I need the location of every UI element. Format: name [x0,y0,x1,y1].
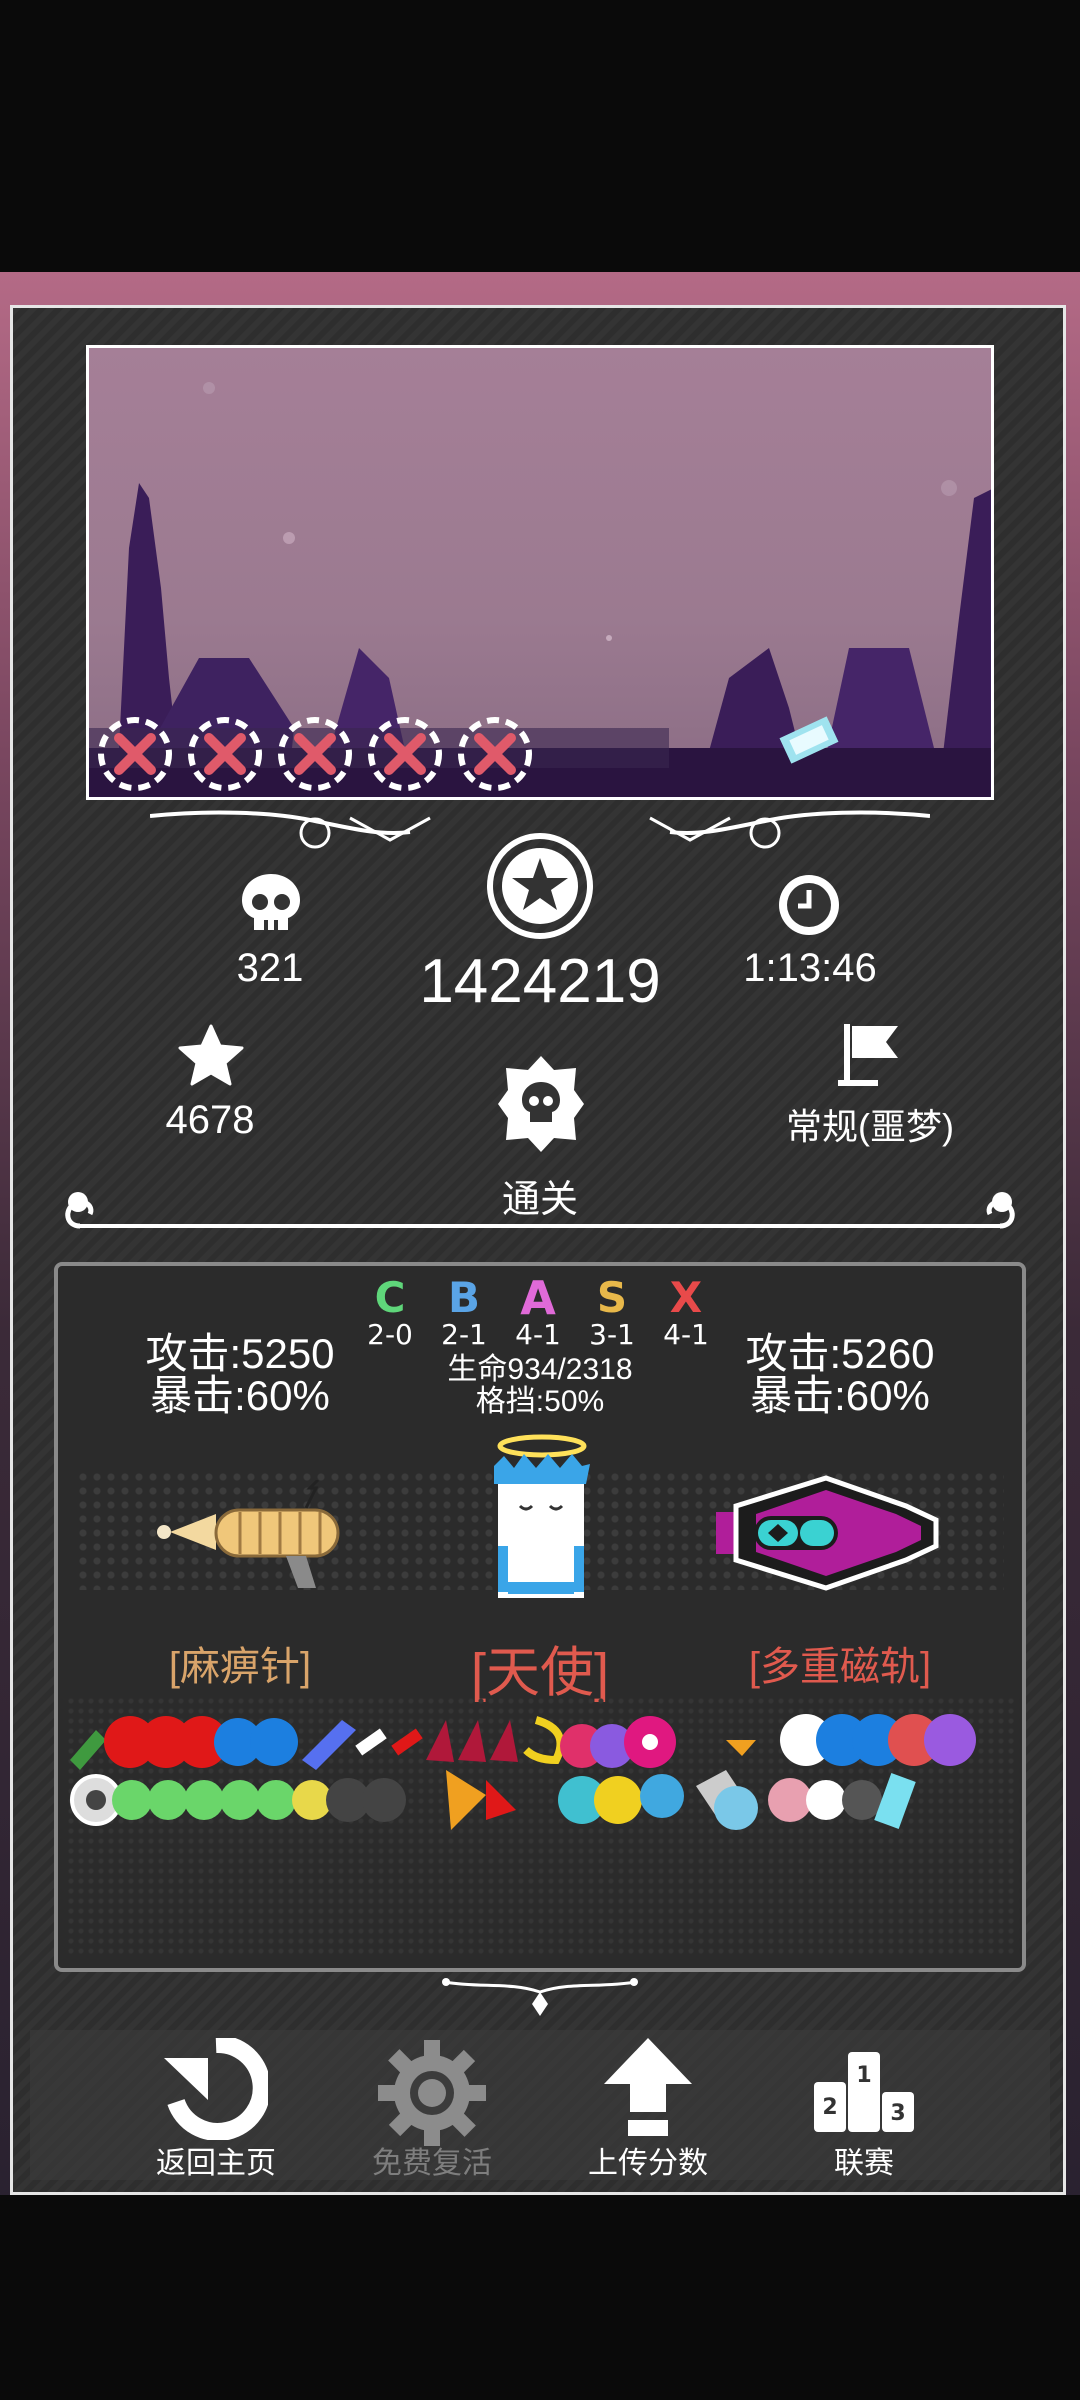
time-value: 1:13:46 [743,946,877,990]
grade-letter: C [374,1273,406,1322]
home-button[interactable]: 返回主页 [116,2030,316,2180]
grade-value: 4-1 [663,1318,709,1351]
upload-arrow-icon [604,2038,692,2136]
life-lost-icon [278,717,352,791]
left-weapon-attack: 攻击:5250 [145,1330,335,1377]
deaths-count: 321 [236,946,304,990]
svg-text:1: 1 [856,2063,871,2088]
item-row-top [70,1714,976,1770]
upload-button-label: 上传分数 [588,2147,708,2180]
grade-row: C 2-0 B 2-1 A 4-1 S 3-1 X 4-1 [360,1271,720,1356]
grade-value: 4-1 [515,1318,561,1351]
left-weapon-crit: 暴击:60% [150,1372,330,1419]
collected-items [70,1714,976,1830]
ornament-bottom [442,1978,638,2016]
right-weapon-name: [多重磁轨] [748,1645,932,1689]
skull-icon [242,874,300,930]
stars-count: 4678 [165,1098,255,1142]
grade-letter: B [447,1273,480,1322]
svg-text:2: 2 [822,2095,837,2120]
angel-character-icon [494,1434,590,1598]
right-weapon-crit: 暴击:60% [750,1372,930,1419]
score-value: 1424219 [419,947,661,1016]
podium-icon: 2 1 3 [814,2052,914,2132]
item-row-bottom [70,1770,916,1830]
gear-icon [378,2040,486,2146]
grade-letter: X [669,1273,703,1322]
league-button[interactable]: 2 1 3 联赛 [764,2030,964,2180]
scroll-divider [65,1192,1015,1229]
flag-icon [838,1024,898,1086]
grade-value: 3-1 [589,1318,635,1351]
clock-icon [779,875,839,935]
league-button-label: 联赛 [834,2147,894,2180]
svg-text:3: 3 [890,2101,905,2126]
skull-badge-icon [498,1056,584,1152]
mode-value: 常规(噩梦) [786,1106,954,1147]
revive-button[interactable]: 免费复活 [332,2030,532,2180]
grade-value: 2-1 [441,1318,487,1351]
home-button-label: 返回主页 [156,2147,276,2180]
star-icon [178,1024,244,1086]
right-weapon-attack: 攻击:5260 [745,1330,935,1377]
life-lost-icon [188,717,262,791]
left-weapon-name: [麻痹针] [168,1645,312,1689]
character-block: 格挡:50% [475,1385,605,1418]
character-hp: 生命934/2318 [447,1353,633,1386]
multi-railgun-icon [716,1475,939,1591]
life-lost-icon [458,717,532,791]
star-medal-icon [487,833,593,939]
grade-letter: A [520,1271,556,1325]
revive-button-label: 免费复活 [372,2147,492,2180]
upload-button[interactable]: 上传分数 [548,2030,748,2180]
grade-letter: S [596,1273,628,1322]
stun-needle-gun-icon [157,1480,340,1588]
life-lost-icon [98,717,172,791]
level-preview [86,345,994,800]
grade-value: 2-0 [367,1318,413,1351]
life-lost-icon [368,717,442,791]
return-arrow-icon [164,2038,268,2140]
